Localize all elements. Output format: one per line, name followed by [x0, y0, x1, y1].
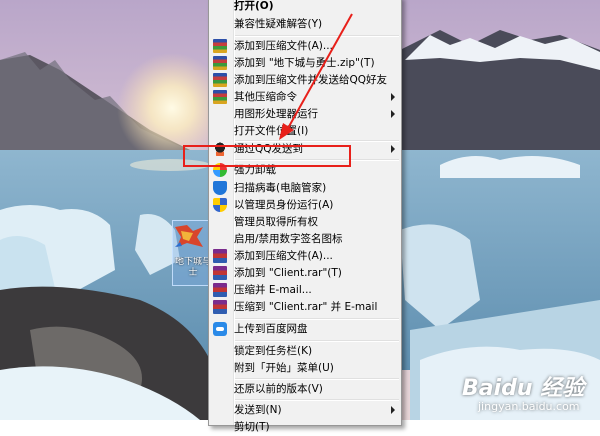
watermark-url: jingyan.baidu.com [478, 400, 580, 413]
menu-item-cut[interactable]: 剪切(T) [209, 418, 401, 436]
watermark-brand: Baidu 经验 [462, 376, 585, 401]
annotation-arrow-line [286, 13, 353, 131]
annotation-arrow-layer [279, 13, 353, 140]
annotation-arrow-head-icon [279, 123, 294, 140]
menu-item-label: 剪切(T) [234, 421, 270, 433]
